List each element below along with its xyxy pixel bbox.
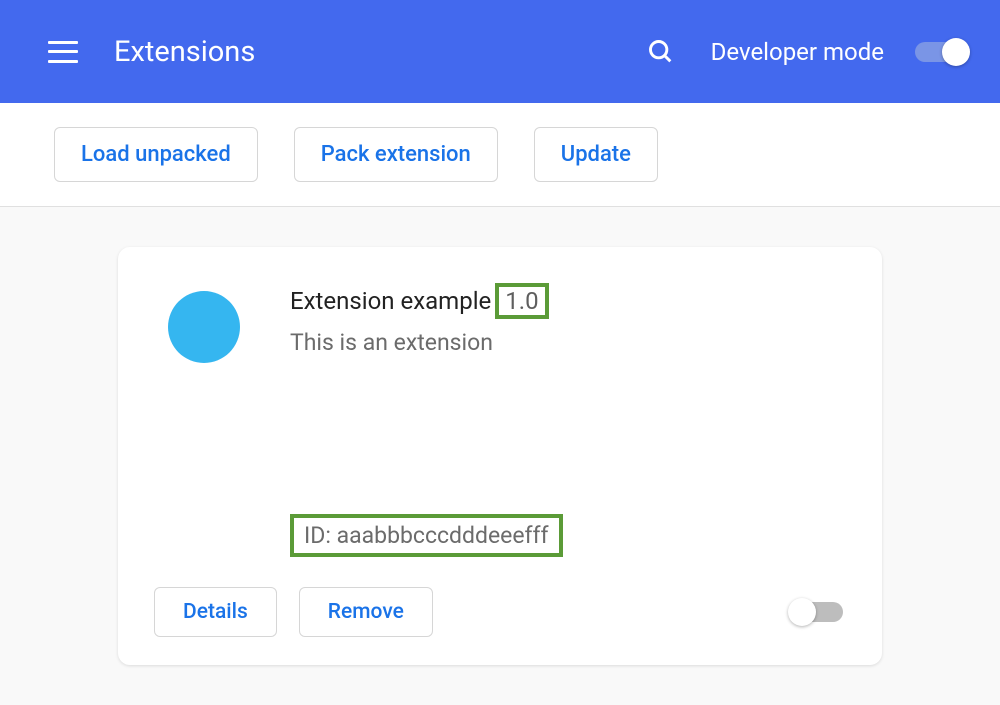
header-bar: Extensions Developer mode (0, 0, 1000, 103)
search-icon[interactable] (647, 38, 675, 66)
extension-enable-toggle[interactable] (788, 598, 846, 626)
extension-card: Extension example 1.0 This is an extensi… (118, 247, 882, 665)
extension-id: ID: aaabbbcccdddeeefff (290, 514, 563, 557)
pack-extension-button[interactable]: Pack extension (294, 127, 498, 182)
extension-version: 1.0 (495, 283, 548, 319)
developer-toolbar: Load unpacked Pack extension Update (0, 103, 1000, 207)
developer-mode-label: Developer mode (711, 38, 884, 66)
update-button[interactable]: Update (534, 127, 658, 182)
developer-mode-toggle[interactable] (912, 38, 970, 66)
extension-icon (168, 291, 240, 363)
content-area: Extension example 1.0 This is an extensi… (0, 207, 1000, 705)
extension-description: This is an extension (290, 329, 846, 356)
extension-name: Extension example (290, 287, 491, 315)
remove-button[interactable]: Remove (299, 587, 433, 637)
page-title: Extensions (114, 35, 255, 69)
load-unpacked-button[interactable]: Load unpacked (54, 127, 258, 182)
hamburger-menu-icon[interactable] (48, 41, 78, 63)
details-button[interactable]: Details (154, 587, 277, 637)
